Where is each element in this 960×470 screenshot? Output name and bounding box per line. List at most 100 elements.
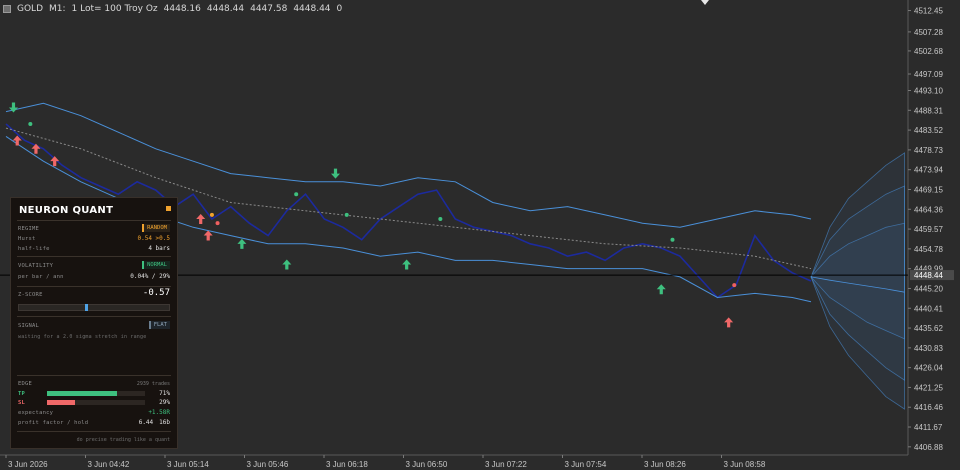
y-tick-label: 4426.04 xyxy=(914,364,943,373)
buy-arrow-icon xyxy=(402,259,412,270)
sl-bar xyxy=(47,400,145,405)
tick-volume-value: 0 xyxy=(336,4,343,14)
timeframe-label: M1: xyxy=(49,4,66,14)
volatility-section-label: VOLATILITY xyxy=(18,263,54,269)
signal-dot xyxy=(344,212,349,217)
sell-arrow-icon xyxy=(331,168,341,179)
y-tick-label: 4435.62 xyxy=(914,324,943,333)
signal-note: waiting for a 2.0 sigma stretch in range xyxy=(18,334,147,340)
panel-title: NEURON QUANT xyxy=(19,205,114,216)
close-value: 4448.44 xyxy=(293,4,331,14)
panel-divider xyxy=(17,256,171,257)
buy-arrow-icon xyxy=(282,259,292,270)
x-tick-label: 3 Jun 07:54 xyxy=(565,460,607,469)
expectancy-label: expectancy xyxy=(18,410,54,416)
y-tick-label: 4430.83 xyxy=(914,344,943,353)
x-tick-label: 3 Jun 05:46 xyxy=(247,460,289,469)
y-tick-label: 4507.28 xyxy=(914,28,943,37)
x-tick-label: 3 Jun 04:42 xyxy=(88,460,130,469)
panel-accent-icon xyxy=(166,206,171,211)
edge-trades: 2939 trades xyxy=(136,381,170,387)
panel-divider xyxy=(17,220,171,221)
open-value: 4448.16 xyxy=(163,4,201,14)
buy-arrow-icon xyxy=(237,238,247,249)
volatility-value: 0.04% / 29% xyxy=(130,273,170,280)
panel-divider xyxy=(17,431,171,432)
lot-label: 1 Lot= 100 Troy Oz xyxy=(71,4,158,14)
volatility-tag: NORMAL xyxy=(142,261,170,269)
buy-arrow-icon xyxy=(724,317,734,328)
y-tick-label: 4497.09 xyxy=(914,70,943,79)
profit-factor-value: 6.44 xyxy=(138,419,154,426)
panel-divider xyxy=(17,316,171,317)
chart-header: GOLD M1: 1 Lot= 100 Troy Oz 4448.16 4448… xyxy=(3,2,342,16)
panel-footer: do precise trading like a quant xyxy=(76,437,170,443)
x-tick-label: 3 Jun 06:18 xyxy=(326,460,368,469)
y-tick-label: 4469.15 xyxy=(914,185,943,194)
buy-arrow-icon xyxy=(31,143,41,154)
y-tick-label: 4421.25 xyxy=(914,383,943,392)
y-tick-label: 4493.10 xyxy=(914,87,943,96)
signal-tag: FLAT xyxy=(148,321,170,329)
x-tick-label: 3 Jun 08:58 xyxy=(724,460,766,469)
tp-percent: 71% xyxy=(159,390,170,397)
low-value: 4447.58 xyxy=(250,4,288,14)
y-tick-label: 4459.57 xyxy=(914,225,943,234)
signal-dot xyxy=(670,237,675,242)
hurst-value: 0.54 >0.5 xyxy=(137,235,170,242)
y-tick-label: 4478.73 xyxy=(914,146,943,155)
buy-arrow-icon xyxy=(196,214,206,225)
x-tick-label: 3 Jun 07:22 xyxy=(485,460,527,469)
profit-factor-values: 6.44 16b xyxy=(139,419,170,426)
zscore-section-label: Z-SCORE xyxy=(18,292,43,298)
signal-dot xyxy=(438,217,443,222)
symbol-label: GOLD xyxy=(17,4,44,14)
tp-label: TP xyxy=(18,391,26,397)
y-tick-label: 4416.46 xyxy=(914,403,943,412)
y-tick-label: 4512.45 xyxy=(914,7,943,16)
halflife-label: half-life xyxy=(18,246,50,252)
x-tick-label: 3 Jun 2026 xyxy=(8,460,48,469)
x-tick-label: 3 Jun 05:14 xyxy=(167,460,209,469)
panel-divider xyxy=(17,375,171,376)
halflife-value: 4 bars xyxy=(148,245,170,252)
signal-dot xyxy=(215,221,220,226)
sl-label: SL xyxy=(18,400,26,406)
sl-percent: 29% xyxy=(159,399,170,406)
zscore-marker xyxy=(85,304,88,311)
profit-factor-label: profit factor / hold xyxy=(18,420,89,426)
y-tick-label: 4488.31 xyxy=(914,106,943,115)
neuron-quant-panel: NEURON QUANT REGIME RANDOM Hurst 0.54 >0… xyxy=(10,197,178,449)
y-tick-label: 4406.88 xyxy=(914,443,943,452)
hold-value: 16b xyxy=(159,419,170,426)
y-tick-label: 4502.68 xyxy=(914,47,943,56)
hurst-label: Hurst xyxy=(18,236,36,242)
chart-menu-icon[interactable] xyxy=(3,5,11,13)
signal-dot xyxy=(732,283,737,288)
y-tick-label: 4464.36 xyxy=(914,205,943,214)
x-tick-label: 3 Jun 08:26 xyxy=(644,460,686,469)
volatility-label: per bar / ann xyxy=(18,274,64,280)
last-price-label: 4448.44 xyxy=(914,271,943,280)
signal-dot xyxy=(209,212,214,217)
y-tick-label: 4473.94 xyxy=(914,166,943,175)
signal-dot xyxy=(28,121,33,126)
zscore-gauge xyxy=(18,304,170,311)
buy-arrow-icon xyxy=(203,230,213,241)
y-tick-label: 4445.20 xyxy=(914,284,943,293)
y-tick-label: 4440.41 xyxy=(914,304,943,313)
regime-tag: RANDOM xyxy=(142,224,170,232)
panel-divider xyxy=(17,286,171,287)
signal-section-label: SIGNAL xyxy=(18,323,40,329)
regime-section-label: REGIME xyxy=(18,226,40,232)
edge-section-label: EDGE xyxy=(18,381,33,387)
buy-arrow-icon xyxy=(656,284,666,295)
y-tick-label: 4454.78 xyxy=(914,245,943,254)
expectancy-value: +1.58R xyxy=(148,409,170,416)
tp-bar xyxy=(47,391,145,396)
chart-shift-marker[interactable] xyxy=(700,0,710,6)
x-tick-label: 3 Jun 06:50 xyxy=(406,460,448,469)
high-value: 4448.44 xyxy=(206,4,245,14)
buy-arrow-icon xyxy=(50,156,60,167)
zscore-value: -0.57 xyxy=(142,288,170,298)
